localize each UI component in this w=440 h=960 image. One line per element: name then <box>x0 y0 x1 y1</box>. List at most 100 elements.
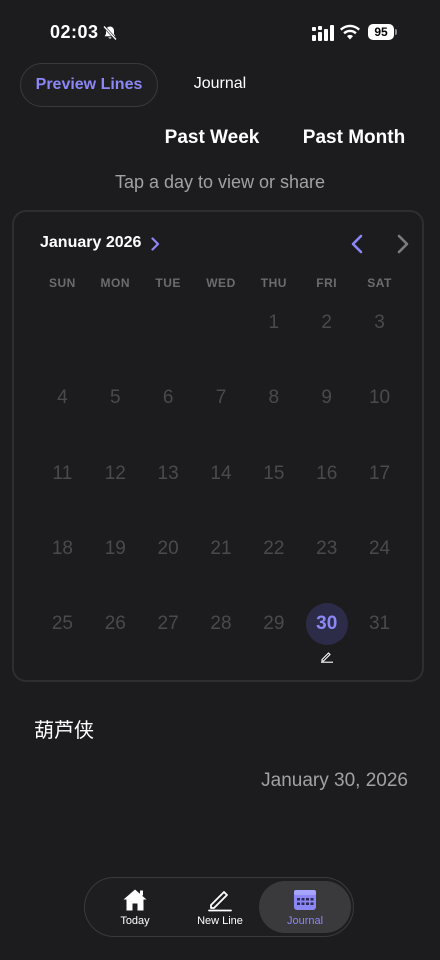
day-cell[interactable]: 8 <box>247 377 300 452</box>
day-number: 23 <box>316 537 338 559</box>
calendar-hint: Tap a day to view or share <box>114 172 326 192</box>
day-cell[interactable]: 30 <box>300 603 353 678</box>
day-cell-empty <box>89 302 142 377</box>
day-cell[interactable]: 1 <box>247 302 300 377</box>
day-cell[interactable]: 26 <box>89 603 142 678</box>
day-number: 10 <box>368 387 391 409</box>
day-cell[interactable]: 19 <box>89 528 142 603</box>
day-number: 28 <box>210 613 232 635</box>
day-number: 9 <box>321 387 332 409</box>
day-cell[interactable]: 31 <box>353 603 406 678</box>
day-number: 13 <box>157 462 179 484</box>
day-cell[interactable]: 16 <box>300 453 353 528</box>
day-cell[interactable]: 13 <box>142 453 195 528</box>
day-number: 2 <box>321 312 332 333</box>
day-number: 24 <box>368 537 391 559</box>
day-number: 12 <box>104 462 126 484</box>
day-cell[interactable]: 9 <box>300 377 353 452</box>
bell-slash-icon <box>103 25 117 41</box>
bottom-nav: Today New Line Journal <box>84 877 354 937</box>
day-cell[interactable]: 10 <box>353 377 406 452</box>
day-cell[interactable]: 12 <box>89 453 142 528</box>
day-cell[interactable]: 2 <box>300 302 353 377</box>
day-number: 20 <box>157 537 179 559</box>
pencil-line-icon <box>320 652 333 663</box>
entry-date: January 30, 2026 <box>261 770 408 791</box>
day-cell[interactable]: 20 <box>142 528 195 603</box>
day-cell[interactable]: 5 <box>89 377 142 452</box>
day-number: 14 <box>210 462 232 484</box>
day-number: 5 <box>109 387 121 409</box>
day-cell[interactable]: 25 <box>36 603 89 678</box>
day-cell[interactable]: 14 <box>195 453 248 528</box>
nav-journal-label: Journal <box>286 915 324 927</box>
entry-text: 葫芦侠 <box>34 718 94 742</box>
weekday-header: SUN MON TUE WED THU FRI SAT <box>36 276 406 292</box>
status-bar: 02:03 95 <box>0 0 440 64</box>
weekday-sun: SUN <box>49 276 76 290</box>
previous-month-button[interactable] <box>344 230 372 258</box>
weekday-mon: MON <box>100 276 131 290</box>
day-number: 25 <box>51 613 73 635</box>
day-number: 16 <box>316 462 338 484</box>
day-number: 27 <box>157 613 179 635</box>
day-number: 22 <box>263 537 285 559</box>
weekday-tue: TUE <box>155 276 181 290</box>
day-cell[interactable]: 7 <box>195 377 248 452</box>
day-number: 15 <box>263 462 285 484</box>
day-number: 18 <box>51 537 73 559</box>
day-cell[interactable]: 24 <box>353 528 406 603</box>
nav-new-line-label: New Line <box>197 915 243 927</box>
weekday-thu: THU <box>260 276 287 290</box>
day-cell[interactable]: 29 <box>247 603 300 678</box>
day-number: 19 <box>104 537 126 559</box>
day-cell[interactable]: 17 <box>353 453 406 528</box>
day-cell[interactable]: 15 <box>247 453 300 528</box>
day-number: 3 <box>374 312 385 333</box>
day-cell[interactable]: 21 <box>195 528 248 603</box>
wifi-icon <box>340 24 360 40</box>
day-cell-empty <box>36 302 89 377</box>
day-cell[interactable]: 4 <box>36 377 89 452</box>
day-cell[interactable]: 18 <box>36 528 89 603</box>
day-cell[interactable]: 23 <box>300 528 353 603</box>
chevron-right-icon[interactable] <box>150 237 160 251</box>
day-cell[interactable]: 22 <box>247 528 300 603</box>
day-cell[interactable]: 28 <box>195 603 248 678</box>
day-number: 30 <box>305 603 348 646</box>
calendar-card: January 2026 SUN MON TUE WED THU FRI SAT… <box>12 210 424 682</box>
pencil-line-icon <box>208 891 232 912</box>
nav-new-line[interactable]: New Line <box>177 881 263 933</box>
day-number: 8 <box>268 387 280 409</box>
day-cell-empty <box>142 302 195 377</box>
nav-today[interactable]: Today <box>91 881 179 933</box>
month-title[interactable]: January 2026 <box>40 234 141 252</box>
day-number: 1 <box>268 312 280 333</box>
day-cell[interactable]: 11 <box>36 453 89 528</box>
day-number: 26 <box>104 613 126 635</box>
day-cell[interactable]: 6 <box>142 377 195 452</box>
past-month-button[interactable]: Past Month <box>292 124 416 152</box>
tab-preview-lines[interactable]: Preview Lines <box>20 63 158 107</box>
calendar-icon <box>294 890 316 910</box>
nav-today-label: Today <box>120 915 150 927</box>
day-cell[interactable]: 27 <box>142 603 195 678</box>
day-number: 7 <box>215 387 227 409</box>
house-icon <box>123 889 147 911</box>
day-number: 29 <box>263 613 285 635</box>
tab-journal[interactable]: Journal <box>176 63 264 105</box>
status-time: 02:03 <box>50 22 99 42</box>
day-number: 4 <box>57 387 68 409</box>
day-cell[interactable]: 3 <box>353 302 406 377</box>
past-week-button[interactable]: Past Week <box>152 124 272 152</box>
day-number: 11 <box>52 462 73 484</box>
next-month-button[interactable] <box>388 230 416 258</box>
days-grid: 1 2 3 4 5 6 7 8 9 10 11 12 13 14 15 16 17 18 19 20 21 22 23 24 2… <box>36 302 406 678</box>
cellular-signal-icon <box>312 25 334 41</box>
day-cell-empty <box>195 302 248 377</box>
day-number: 21 <box>210 537 232 559</box>
nav-journal[interactable]: Journal <box>259 881 351 933</box>
day-number: 6 <box>162 387 174 409</box>
weekday-fri: FRI <box>316 276 338 290</box>
day-number: 31 <box>368 613 391 635</box>
